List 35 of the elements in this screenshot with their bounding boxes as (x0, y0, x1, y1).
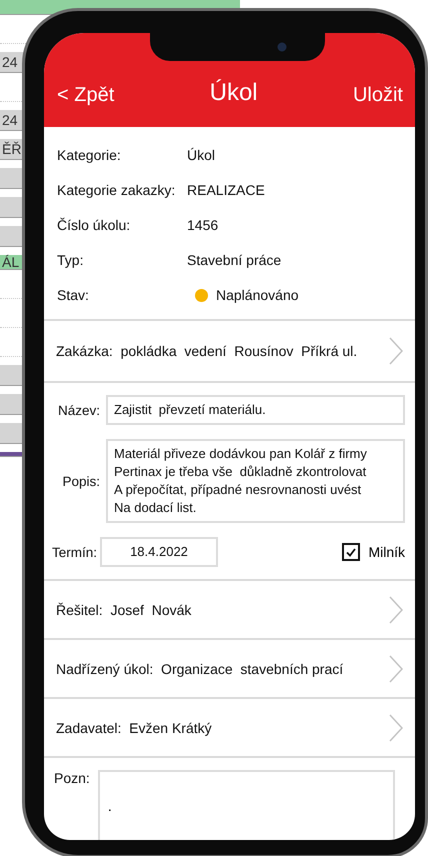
link-row[interactable]: Řešitel: Josef Novák (44, 581, 415, 640)
name-field[interactable]: Zajistit převzetí materiálu. (106, 395, 405, 425)
field-label: Pozn: (54, 770, 90, 786)
chevron-right-icon (389, 596, 403, 624)
description-field[interactable]: Materiál přiveze dodávkou pan Kolář z firmy Pertinax je třeba vše důkladně zkontrolovat A přepočítat, případné nesrovnanosti uvést Na dodací list. (106, 439, 405, 523)
back-button[interactable]: < Zpět (57, 84, 114, 107)
chevron-right-icon (389, 654, 403, 682)
link-row[interactable]: Nadřízený úkol: Organizace stavebních prací (44, 640, 415, 699)
field-label: Popis: (61, 474, 100, 488)
field-label: Číslo úkolu: (57, 217, 132, 233)
field-value: REALIZACE (187, 182, 266, 198)
field-value: Naplánováno (216, 287, 299, 303)
order-text: Zakázka: pokládka vedení Rousínov Příkrá ul. (56, 343, 358, 359)
field-value: 1456 (187, 217, 220, 233)
screen-title: Úkol (210, 79, 258, 107)
field-label: Kategorie: (57, 147, 122, 163)
link-text: Nadřízený úkol: Organizace stavebních prací (56, 660, 344, 676)
link-row[interactable]: Zadavatel: Evžen Krátký (44, 699, 415, 758)
field-value: Úkol (187, 147, 216, 163)
chevron-right-icon (389, 714, 403, 742)
link-text: Řešitel: Josef Novák (56, 602, 192, 618)
field-label: Typ: (57, 252, 84, 268)
link-text: Zadavatel: Evžen Krátký (56, 720, 212, 736)
field-label: Stav: (57, 287, 90, 303)
milestone-checkbox[interactable]: Milník (342, 543, 405, 561)
chevron-right-icon (389, 337, 403, 365)
checkmark-icon (346, 548, 356, 556)
order-row[interactable]: Zakázka: pokládka vedení Rousínov Příkrá ul. (44, 321, 415, 383)
field-label: Název: (56, 402, 100, 418)
field-label: Kategorie zakazky: (57, 182, 176, 198)
note-field[interactable]: . (98, 770, 395, 840)
field-label: Termín: (52, 544, 94, 560)
save-button[interactable]: Uložit (352, 84, 403, 107)
date-field[interactable]: 18.4.2022 (100, 537, 218, 567)
camera-icon (277, 42, 287, 52)
